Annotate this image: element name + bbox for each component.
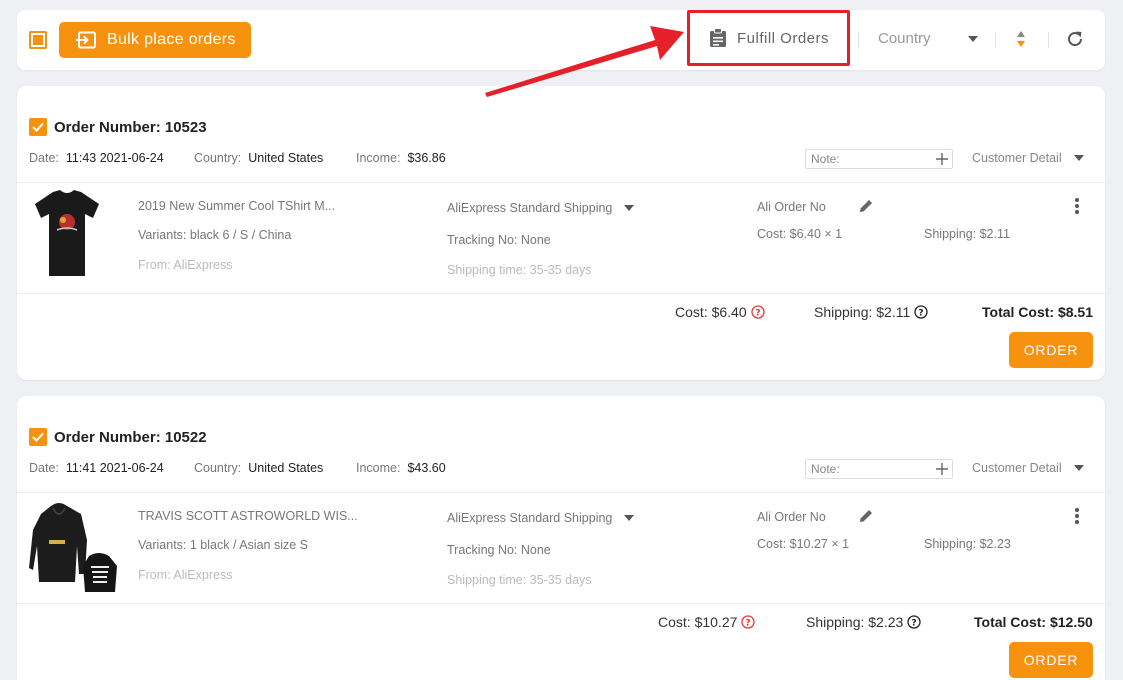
ali-order-number: Ali Order No [757,510,826,524]
divider [17,603,1105,604]
cost-total: Cost: $10.27 [658,614,738,630]
divider [17,293,1105,294]
svg-text:?: ? [912,619,917,629]
order-country: Country: United States [194,461,324,475]
unit-cost: Cost: $6.40 × 1 [757,227,843,241]
question-circle-icon[interactable]: ? [907,615,921,629]
product-title[interactable]: 2019 New Summer Cool TShirt M... [138,199,335,213]
caret-down-icon [624,515,635,521]
question-circle-icon[interactable]: ? [750,305,765,319]
note-placeholder: Note: [811,152,840,166]
shipping-method-label: AliExpress Standard Shipping [447,201,613,215]
question-circle-icon[interactable]: ? [741,615,756,629]
unit-cost: Cost: $10.27 × 1 [757,537,850,551]
clipboard-icon [710,28,726,47]
note-input[interactable]: Note: [805,459,953,479]
shipping-method-label: AliExpress Standard Shipping [447,511,613,525]
bulk-place-orders-label: Bulk place orders [107,31,236,48]
more-options-icon[interactable] [1074,197,1080,215]
customer-detail-label: Customer Detail [972,461,1062,475]
order-income: Income: $43.60 [356,461,446,475]
unit-shipping: Shipping: $2.11 [924,227,1010,241]
order-date: Date: 11:41 2021-06-24 [29,461,164,475]
product-title[interactable]: TRAVIS SCOTT ASTROWORLD WIS... [138,509,358,523]
cost-total: Cost: $6.40 [675,304,747,320]
plus-icon[interactable] [936,463,948,475]
tracking-number: Tracking No: None [447,233,551,247]
caret-down-icon [624,205,635,211]
order-button[interactable]: ORDER [1009,332,1093,368]
sort-icon[interactable] [1015,29,1027,49]
order-income: Income: $36.86 [356,151,446,165]
shipping-summary: Shipping: $2.23 ? [806,614,921,630]
cost-summary: Cost: $10.27 ? [658,614,756,630]
fulfill-orders-label: Fulfill Orders [737,29,830,47]
fulfill-orders-button[interactable]: Fulfill Orders [687,10,850,66]
customer-detail-toggle[interactable]: Customer Detail [972,461,1084,475]
more-options-icon[interactable] [1074,507,1080,525]
shipping-summary: Shipping: $2.11 ? [814,304,928,320]
order-checkbox[interactable] [29,428,47,446]
product-image-tshirt [35,190,99,276]
divider [1048,32,1049,48]
product-source: From: AliExpress [138,568,233,582]
product-variants: Variants: black 6 / S / China [138,228,292,242]
ali-order-number: Ali Order No [757,200,826,214]
question-circle-icon[interactable]: ? [914,305,928,319]
shipping-total: Shipping: $2.23 [806,614,904,630]
bulk-place-orders-button[interactable]: Bulk place orders [59,22,251,58]
unit-shipping: Shipping: $2.23 [924,537,1011,551]
country-select-label: Country [878,30,931,47]
svg-text:?: ? [755,309,760,319]
shipping-total: Shipping: $2.11 [814,304,911,320]
order-date: Date: 11:43 2021-06-24 [29,151,164,165]
note-input[interactable]: Note: [805,149,953,169]
shipping-method-select[interactable]: AliExpress Standard Shipping [447,201,635,215]
product-variants: Variants: 1 black / Asian size S [138,538,308,552]
order-country: Country: United States [194,151,324,165]
tracking-number: Tracking No: None [447,543,551,557]
import-icon [76,31,96,49]
total-cost: Total Cost: $12.50 [974,614,1093,630]
cost-summary: Cost: $6.40 ? [675,304,765,320]
pencil-icon[interactable] [858,198,874,214]
check-icon [32,122,44,132]
check-icon [32,432,44,442]
customer-detail-toggle[interactable]: Customer Detail [972,151,1084,165]
caret-down-icon [968,35,978,42]
total-cost: Total Cost: $8.51 [982,304,1093,320]
country-select[interactable]: Country [878,30,978,47]
refresh-icon[interactable] [1066,30,1084,48]
order-number: Order Number: 10522 [54,429,207,446]
divider [17,492,1105,493]
divider [858,32,859,48]
order-card: Order Number: 10522 Date: 11:41 2021-06-2… [17,396,1105,680]
divider [995,32,996,48]
shipping-time: Shipping time: 35-35 days [447,263,592,277]
caret-down-icon [1073,465,1084,471]
top-toolbar: Bulk place orders Fulfill Orders Country [17,10,1105,70]
product-image-hoodie [29,503,117,592]
order-button[interactable]: ORDER [1009,642,1093,678]
pencil-icon[interactable] [858,508,874,524]
note-placeholder: Note: [811,462,840,476]
svg-text:?: ? [746,619,751,629]
divider [17,182,1105,183]
select-all-checkbox[interactable] [29,31,47,49]
customer-detail-label: Customer Detail [972,151,1062,165]
order-checkbox[interactable] [29,118,47,136]
svg-text:?: ? [919,309,924,319]
plus-icon[interactable] [936,153,948,165]
product-source: From: AliExpress [138,258,233,272]
caret-down-icon [1073,155,1084,161]
order-card: Order Number: 10523 Date: 11:43 2021-06-2… [17,86,1105,380]
shipping-method-select[interactable]: AliExpress Standard Shipping [447,511,635,525]
shipping-time: Shipping time: 35-35 days [447,573,592,587]
order-number: Order Number: 10523 [54,119,207,136]
